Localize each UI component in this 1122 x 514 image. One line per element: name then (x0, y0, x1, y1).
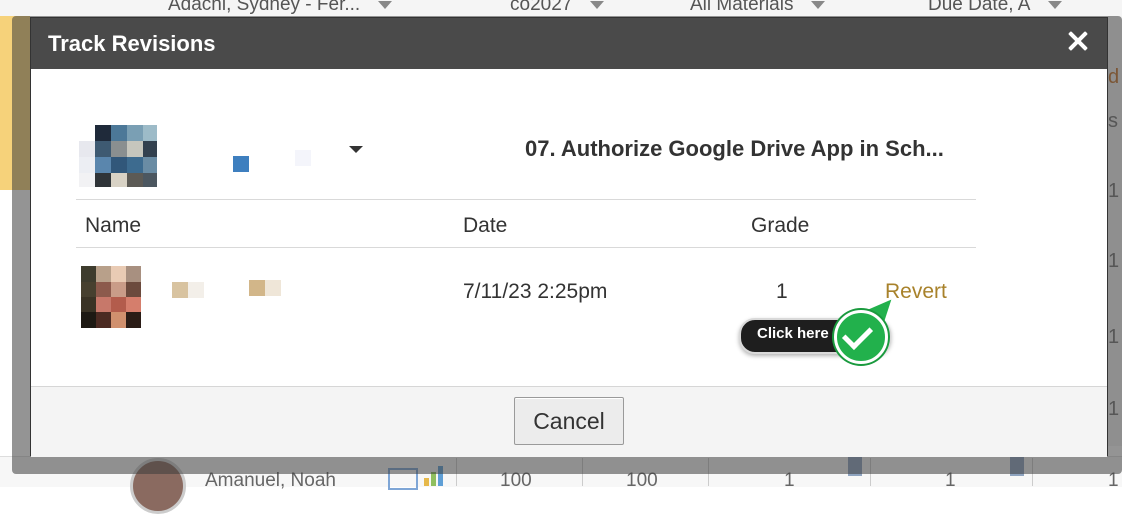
revert-link[interactable]: Revert (885, 280, 947, 304)
chevron-down-icon (378, 0, 393, 9)
chevron-down-icon[interactable] (349, 146, 363, 153)
student-avatar (79, 125, 157, 187)
filter-bar: Adachi, Sydney - Fer... co2027 All Mater… (0, 0, 1122, 16)
class-filter[interactable]: co2027 (510, 0, 605, 16)
redacted-name (249, 280, 265, 296)
checkmark-icon (834, 310, 888, 364)
dialog-header: Track Revisions (31, 18, 1107, 69)
avatar (81, 266, 141, 328)
assignment-title: 07. Authorize Google Drive App in Sch... (525, 136, 944, 161)
chevron-down-icon (590, 0, 605, 9)
dialog-title: Track Revisions (48, 31, 216, 56)
chevron-down-icon (811, 0, 826, 9)
student-filter[interactable]: Adachi, Sydney - Fer... (168, 0, 393, 16)
redacted-name (188, 282, 204, 298)
student-select[interactable] (231, 128, 381, 178)
sort-filter[interactable]: Due Date, A (928, 0, 1063, 16)
column-header-date: Date (463, 214, 508, 237)
divider (76, 199, 976, 200)
divider (76, 247, 976, 248)
column-header-grade: Grade (751, 214, 810, 237)
chevron-down-icon (1048, 0, 1063, 9)
tooltip-label: Click here (757, 325, 829, 342)
cancel-button[interactable]: Cancel (514, 397, 624, 445)
redacted-name (265, 280, 281, 296)
materials-filter[interactable]: All Materials (690, 0, 826, 16)
revision-date: 7/11/23 2:25pm (463, 280, 608, 303)
column-header-name: Name (85, 214, 142, 237)
close-icon[interactable] (1067, 30, 1089, 52)
dialog-footer: Cancel (31, 386, 1107, 457)
redacted-name (172, 282, 188, 298)
track-revisions-dialog: Track Revisions 07. Authorize Google Dri… (30, 17, 1108, 457)
revision-grade: 1 (776, 280, 788, 303)
